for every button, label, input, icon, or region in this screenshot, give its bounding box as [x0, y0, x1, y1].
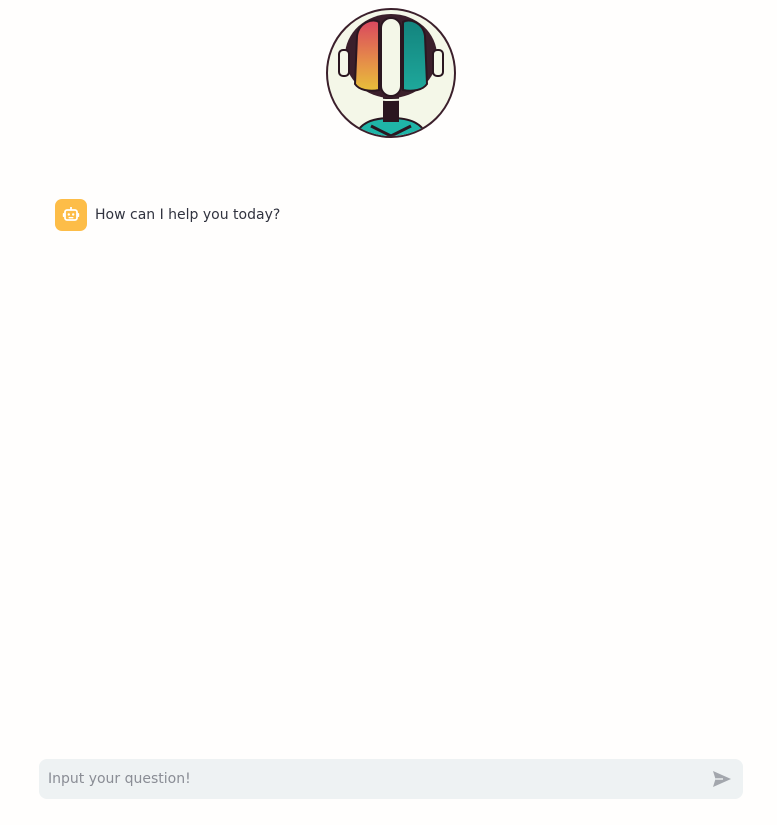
robot-icon — [62, 207, 80, 221]
question-input[interactable] — [39, 759, 698, 799]
app-logo — [325, 6, 457, 140]
send-icon — [713, 771, 731, 787]
assistant-avatar — [55, 199, 87, 231]
send-button[interactable] — [711, 768, 733, 790]
assistant-message: How can I help you today? — [55, 199, 280, 231]
robot-logo-icon — [326, 8, 456, 138]
assistant-message-text: How can I help you today? — [95, 207, 281, 223]
chat-app: How can I help you today? — [0, 0, 777, 825]
chat-input-bar — [39, 759, 743, 799]
